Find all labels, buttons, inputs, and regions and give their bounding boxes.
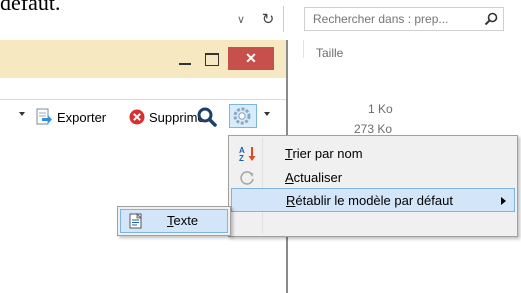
gear-icon bbox=[233, 107, 251, 125]
magnifier-icon bbox=[197, 107, 217, 127]
submenu-arrow-icon bbox=[501, 197, 506, 205]
export-icon bbox=[36, 108, 52, 125]
file-size: 273 Ko bbox=[354, 122, 393, 136]
search-tool-button[interactable] bbox=[196, 106, 218, 128]
search-box[interactable] bbox=[304, 7, 504, 31]
delete-icon bbox=[129, 109, 145, 125]
dropdown-arrow-icon[interactable] bbox=[19, 112, 25, 116]
menu-item-label: Rétablir le modèle par défaut bbox=[286, 193, 453, 208]
submenu-item-label: Texte bbox=[167, 213, 199, 228]
refresh-icon bbox=[240, 171, 254, 185]
submenu: Texte bbox=[117, 206, 231, 236]
file-size: 1 Ko bbox=[368, 102, 393, 116]
sort-az-icon: A Z bbox=[239, 146, 256, 162]
refresh-icon[interactable]: ↻ bbox=[258, 10, 278, 30]
export-button[interactable]: Exporter bbox=[35, 106, 106, 128]
minimize-button[interactable] bbox=[172, 48, 198, 70]
close-button[interactable]: ✕ bbox=[228, 47, 274, 70]
settings-button[interactable] bbox=[229, 104, 257, 128]
menu-item-sort-by-name[interactable]: A Z Trier par nom bbox=[231, 142, 515, 166]
search-input[interactable] bbox=[313, 11, 481, 27]
explorer-toolbar: ∨ ↻ bbox=[0, 0, 521, 40]
column-divider[interactable] bbox=[303, 40, 304, 58]
maximize-button[interactable] bbox=[198, 48, 224, 70]
close-icon: ✕ bbox=[245, 50, 257, 66]
svg-text:Z: Z bbox=[239, 154, 244, 162]
text-doc-icon bbox=[129, 213, 142, 229]
menu-item-label: Actualiser bbox=[285, 170, 343, 185]
submenu-item-text[interactable]: Texte bbox=[120, 209, 228, 233]
context-menu: A Z Trier par nom Actualiser Rétablir le… bbox=[228, 135, 518, 237]
toolbar-divider bbox=[283, 6, 284, 32]
menu-item-refresh[interactable]: Actualiser bbox=[231, 166, 515, 190]
settings-dropdown-arrow-icon[interactable] bbox=[264, 112, 270, 116]
export-label: Exporter bbox=[57, 109, 107, 125]
column-header-size[interactable]: Taille bbox=[316, 46, 343, 60]
divider bbox=[0, 99, 286, 100]
search-icon[interactable] bbox=[483, 11, 499, 27]
menu-item-label: Trier par nom bbox=[285, 146, 363, 161]
menu-item-restore-default-template[interactable]: Rétablir le modèle par défaut bbox=[231, 188, 515, 212]
chevron-down-icon[interactable]: ∨ bbox=[234, 13, 248, 27]
window-toolbar: Exporter Supprimer bbox=[0, 102, 286, 132]
window-title-bar[interactable]: ✕ bbox=[0, 40, 286, 78]
